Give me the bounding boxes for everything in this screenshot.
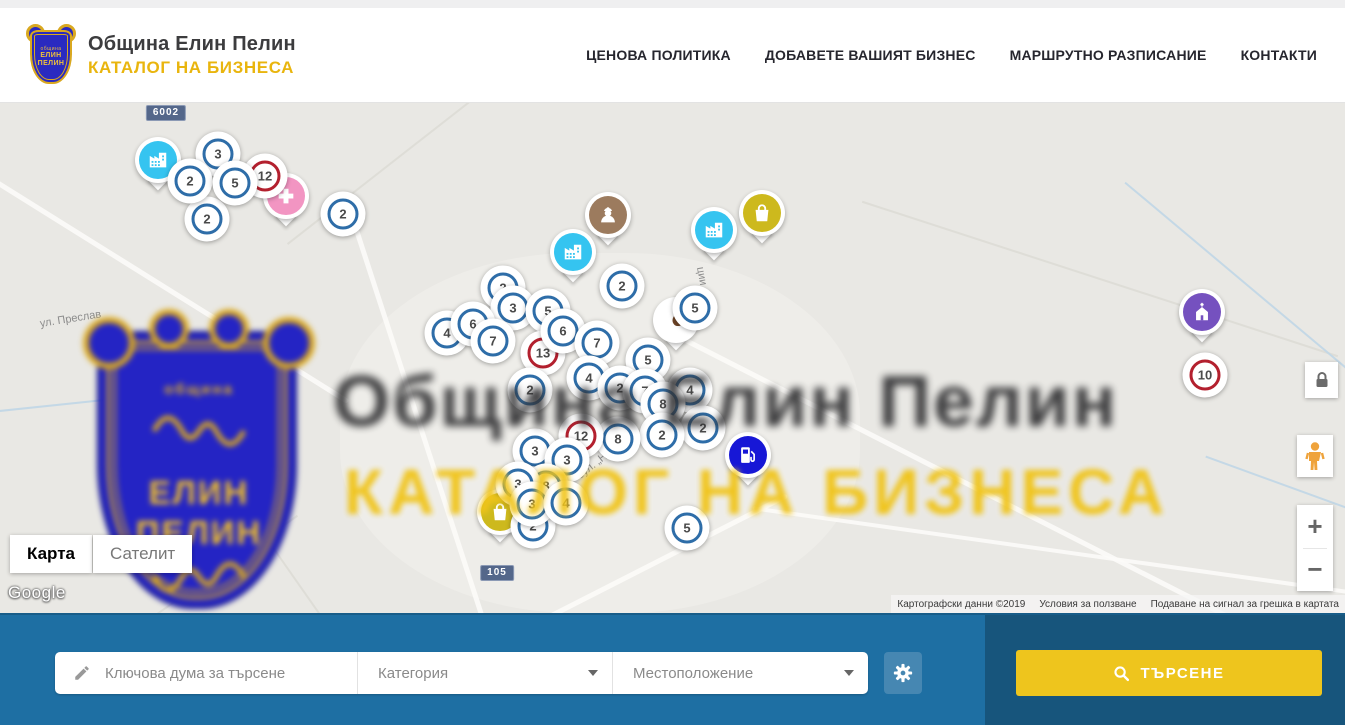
google-logo[interactable]: Google	[8, 583, 66, 603]
category-dropdown-value: Категория	[378, 665, 448, 682]
cluster-count: 5	[220, 168, 251, 199]
zoom-out-button[interactable]: −	[1297, 549, 1333, 591]
municipality-emblem-logo: община ЕЛИН ПЕЛИН	[28, 26, 74, 84]
cluster-count: 7	[478, 326, 509, 357]
map-type-map-button[interactable]: Карта	[10, 535, 92, 573]
advanced-search-button[interactable]	[884, 652, 922, 694]
attribution-copyright: Картографски данни ©2019	[897, 599, 1025, 610]
main-nav: ЦЕНОВА ПОЛИТИКА ДОБАВЕТЕ ВАШИЯТ БИЗНЕС М…	[586, 47, 1317, 63]
map-type-satellite-button[interactable]: Сателит	[93, 535, 192, 573]
map-cluster-marker[interactable]: 4	[544, 481, 589, 526]
cluster-count: 7	[582, 328, 613, 359]
map-pin-factory-marker[interactable]	[691, 207, 737, 269]
map-pin-fuel-marker[interactable]	[725, 432, 771, 494]
lock-icon	[1314, 371, 1330, 389]
keyword-search-input[interactable]	[103, 664, 345, 683]
cluster-count: 4	[551, 488, 582, 519]
map-cluster-marker[interactable]: 2	[321, 192, 366, 237]
search-icon	[1113, 665, 1130, 682]
map-cluster-marker[interactable]: 7	[471, 319, 516, 364]
map-cluster-marker[interactable]: 5	[213, 161, 258, 206]
gear-icon	[892, 662, 914, 684]
map-cluster-marker[interactable]: 5	[673, 286, 718, 331]
location-dropdown[interactable]: Местоположение	[612, 652, 868, 694]
emblem-name-line2: ПЕЛИН	[38, 60, 65, 68]
map-markers-layer: 2321252225346571367524274822812338323451…	[0, 103, 1345, 613]
cluster-count: 2	[515, 375, 546, 406]
nav-contacts[interactable]: КОНТАКТИ	[1241, 47, 1317, 63]
attribution-terms-link[interactable]: Условия за ползване	[1039, 599, 1136, 610]
search-field-group: Категория Местоположение	[55, 652, 868, 694]
search-bar: Категория Местоположение ТЪРСЕНЕ	[0, 613, 1345, 725]
map-cluster-marker[interactable]: 10	[1183, 353, 1228, 398]
factory-icon	[554, 233, 592, 271]
cluster-count: 2	[688, 413, 719, 444]
nav-add-your-business[interactable]: ДОБАВЕТЕ ВАШИЯТ БИЗНЕС	[765, 47, 976, 63]
map-pin-factory-marker[interactable]	[550, 229, 596, 291]
factory-icon	[695, 211, 733, 249]
attribution-report-link[interactable]: Подаване на сигнал за грешка в картата	[1151, 599, 1339, 610]
map-canvas[interactable]: 6002105ул. Преславбул. „Новоселции 23212…	[0, 103, 1345, 613]
keyword-section	[55, 652, 357, 694]
cluster-count: 2	[192, 204, 223, 235]
fuel-icon	[729, 436, 767, 474]
cluster-count: 2	[647, 420, 678, 451]
top-strip	[0, 0, 1345, 8]
header: община ЕЛИН ПЕЛИН Община Елин Пелин КАТА…	[0, 8, 1345, 103]
map-pin-bag-marker[interactable]	[739, 190, 785, 252]
map-type-switcher: Карта Сателит	[10, 535, 192, 573]
cluster-count: 10	[1190, 360, 1221, 391]
emblem-name-line1: ЕЛИН	[38, 52, 65, 60]
map-cluster-marker[interactable]: 2	[640, 413, 685, 458]
map-cluster-marker[interactable]: 2	[681, 406, 726, 451]
nav-pricing-policy[interactable]: ЦЕНОВА ПОЛИТИКА	[586, 47, 731, 63]
map-lock-button[interactable]	[1305, 362, 1338, 398]
church-icon	[1183, 293, 1221, 331]
brand[interactable]: община ЕЛИН ПЕЛИН Община Елин Пелин КАТА…	[28, 26, 296, 84]
zoom-control: + −	[1297, 505, 1333, 591]
map-cluster-marker[interactable]: 2	[168, 159, 213, 204]
pegman-control[interactable]	[1297, 435, 1333, 477]
pencil-icon	[73, 664, 91, 682]
map-cluster-marker[interactable]: 2	[600, 264, 645, 309]
zoom-in-button[interactable]: +	[1297, 506, 1333, 548]
cluster-count: 2	[328, 199, 359, 230]
cluster-count: 2	[607, 271, 638, 302]
cluster-count: 5	[680, 293, 711, 324]
search-button[interactable]: ТЪРСЕНЕ	[1016, 650, 1322, 696]
map-cluster-marker[interactable]: 5	[665, 506, 710, 551]
search-button-label: ТЪРСЕНЕ	[1140, 665, 1224, 682]
map-pin-church-marker[interactable]	[1179, 289, 1225, 351]
location-dropdown-value: Местоположение	[633, 665, 753, 682]
site-subtitle: КАТАЛОГ НА БИЗНЕСА	[88, 58, 296, 78]
cluster-count: 2	[175, 166, 206, 197]
site-title: Община Елин Пелин	[88, 33, 296, 56]
chevron-down-icon	[844, 670, 854, 676]
map-attribution: Картографски данни ©2019 Условия за полз…	[891, 595, 1345, 613]
emblem-shield: община ЕЛИН ПЕЛИН	[30, 30, 72, 84]
cluster-count: 3	[498, 293, 529, 324]
nav-route-schedule[interactable]: МАРШРУТНО РАЗПИСАНИЕ	[1010, 47, 1207, 63]
category-dropdown[interactable]: Категория	[357, 652, 612, 694]
bag-icon	[743, 194, 781, 232]
cluster-count: 5	[672, 513, 703, 544]
pegman-icon	[1304, 441, 1326, 471]
cluster-count: 8	[603, 424, 634, 455]
chevron-down-icon	[588, 670, 598, 676]
map-cluster-marker[interactable]: 2	[508, 368, 553, 413]
